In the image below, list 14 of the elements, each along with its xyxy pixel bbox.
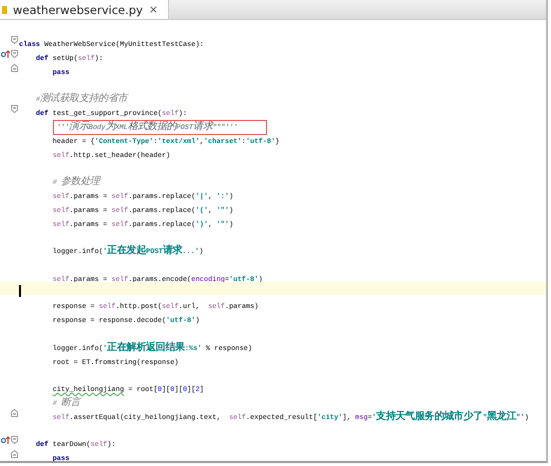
override-icon[interactable] [1,436,10,444]
override-icon[interactable] [1,50,10,58]
close-icon[interactable]: × [148,3,158,16]
python-file-icon [2,4,7,16]
fold-icon[interactable] [11,105,18,114]
fold-icon[interactable] [11,436,18,444]
text-caret [19,284,21,297]
fold-icon[interactable] [11,50,18,58]
fold-icon[interactable] [11,64,18,72]
file-tab[interactable]: weatherwebservice.py × [0,0,170,20]
file-name: weatherwebservice.py [13,2,143,17]
fold-icon[interactable] [11,408,18,417]
fold-icon[interactable] [11,450,18,458]
fold-icon[interactable] [11,36,18,44]
